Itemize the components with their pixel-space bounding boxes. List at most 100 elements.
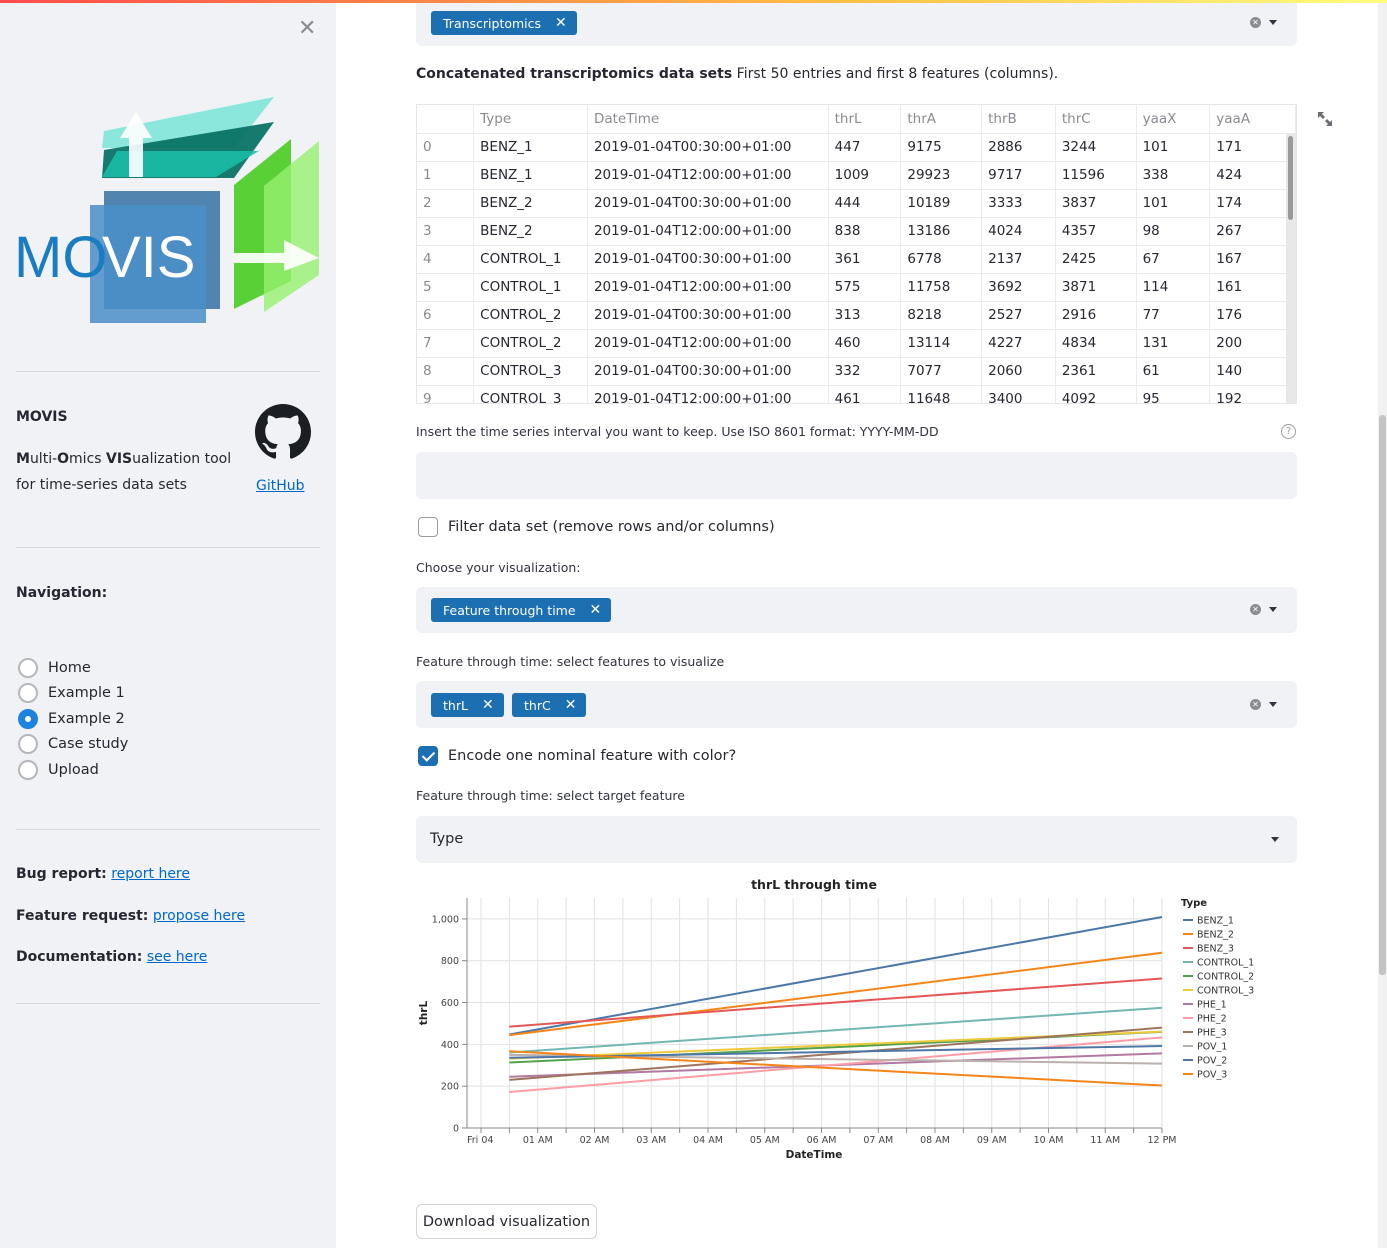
chip-transcriptomics: Transcriptomics✕ bbox=[431, 11, 577, 35]
table-cell: 2019-01-04T12:00:00+01:00 bbox=[587, 273, 828, 301]
nav-radio-example-1[interactable]: Example 1 bbox=[18, 681, 128, 707]
nav-radio-home[interactable]: Home bbox=[18, 655, 128, 681]
remove-chip-icon[interactable]: ✕ bbox=[565, 697, 577, 713]
table-cell: BENZ_2 bbox=[474, 189, 588, 217]
table-cell: 8218 bbox=[901, 301, 982, 329]
help-icon[interactable]: ? bbox=[1281, 424, 1296, 439]
table-cell: 95 bbox=[1136, 385, 1210, 404]
clear-all-icon[interactable]: ✕ bbox=[1250, 604, 1261, 615]
chevron-down-icon[interactable] bbox=[1269, 607, 1277, 612]
data-table[interactable]: TypeDateTimethrLthrAthrBthrCyaaXyaaA 0BE… bbox=[416, 104, 1297, 404]
x-tick-label: 08 AM bbox=[920, 1135, 950, 1146]
column-header[interactable]: thrL bbox=[828, 105, 901, 133]
target-label: Feature through time: select target feat… bbox=[416, 788, 685, 803]
navigation-title: Navigation: bbox=[16, 585, 107, 601]
features-multiselect[interactable]: thrL✕ thrC✕ ✕ bbox=[416, 681, 1297, 728]
interval-input[interactable] bbox=[416, 452, 1297, 499]
table-cell: CONTROL_3 bbox=[474, 385, 588, 404]
row-index: 7 bbox=[417, 329, 474, 357]
github-icon[interactable] bbox=[255, 404, 311, 460]
table-cell: 2527 bbox=[982, 301, 1056, 329]
table-cell: 3244 bbox=[1055, 133, 1136, 161]
table-cell: 13186 bbox=[901, 217, 982, 245]
remove-chip-icon[interactable]: ✕ bbox=[590, 602, 602, 618]
table-header-row: TypeDateTimethrLthrAthrBthrCyaaXyaaA bbox=[417, 105, 1296, 133]
table-cell: 9175 bbox=[901, 133, 982, 161]
table-row: 3BENZ_22019-01-04T12:00:00+01:0083813186… bbox=[417, 217, 1296, 245]
table-cell: 2361 bbox=[1055, 357, 1136, 385]
chevron-down-icon[interactable] bbox=[1269, 702, 1277, 707]
column-header[interactable]: thrB bbox=[982, 105, 1056, 133]
radio-circle[interactable] bbox=[18, 658, 38, 678]
documentation-link[interactable]: see here bbox=[147, 949, 208, 965]
table-row: 2BENZ_22019-01-04T00:30:00+01:0044410189… bbox=[417, 189, 1296, 217]
feature-request-link[interactable]: propose here bbox=[153, 908, 245, 924]
clear-all-icon[interactable]: ✕ bbox=[1250, 699, 1261, 710]
remove-chip-icon[interactable]: ✕ bbox=[555, 15, 567, 31]
table-cell: 10189 bbox=[901, 189, 982, 217]
row-index: 6 bbox=[417, 301, 474, 329]
line-chart: thrL through time 02004006008001,000Fri … bbox=[410, 870, 1290, 1170]
checkbox-box-checked[interactable] bbox=[418, 746, 438, 766]
clear-all-icon[interactable]: ✕ bbox=[1250, 17, 1261, 28]
chevron-down-icon[interactable] bbox=[1269, 20, 1277, 25]
column-header[interactable]: thrC bbox=[1055, 105, 1136, 133]
radio-circle-selected[interactable] bbox=[18, 709, 38, 729]
table-cell: 11648 bbox=[901, 385, 982, 404]
divider bbox=[16, 1003, 320, 1004]
remove-chip-icon[interactable]: ✕ bbox=[482, 697, 494, 713]
row-index: 0 bbox=[417, 133, 474, 161]
chevron-down-icon[interactable] bbox=[1271, 837, 1279, 842]
table-cell: 2916 bbox=[1055, 301, 1136, 329]
fullscreen-expand-icon[interactable] bbox=[1316, 110, 1334, 128]
row-index: 5 bbox=[417, 273, 474, 301]
download-visualization-button[interactable]: Download visualization bbox=[416, 1204, 597, 1239]
chart-title: thrL through time bbox=[751, 877, 877, 892]
legend-label: BENZ_1 bbox=[1197, 916, 1234, 927]
radio-circle[interactable] bbox=[18, 683, 38, 703]
chip-label: Feature through time bbox=[443, 603, 576, 618]
column-header[interactable]: Type bbox=[474, 105, 588, 133]
description-part: ulti- bbox=[30, 451, 57, 467]
column-header[interactable]: yaaX bbox=[1136, 105, 1210, 133]
github-link[interactable]: GitHub bbox=[256, 478, 305, 494]
dataset-multiselect[interactable]: Transcriptomics✕ ✕ bbox=[416, 0, 1297, 46]
row-index: 9 bbox=[417, 385, 474, 404]
divider bbox=[16, 829, 320, 830]
bug-report-link[interactable]: report here bbox=[111, 866, 190, 882]
table-cell: 11758 bbox=[901, 273, 982, 301]
column-header[interactable]: thrA bbox=[901, 105, 982, 133]
target-feature-select[interactable]: Type bbox=[416, 816, 1297, 863]
table-cell: 131 bbox=[1136, 329, 1210, 357]
table-cell: 267 bbox=[1210, 217, 1296, 245]
table-cell: 4024 bbox=[982, 217, 1056, 245]
x-axis-label: DateTime bbox=[786, 1149, 843, 1161]
page-scrollbar-thumb[interactable] bbox=[1379, 415, 1386, 975]
sidebar: ✕ MO VIS MOVIS Multi-Omics VISualization… bbox=[0, 0, 336, 1248]
row-index: 4 bbox=[417, 245, 474, 273]
column-header[interactable] bbox=[417, 105, 474, 133]
nav-radio-case-study[interactable]: Case study bbox=[18, 732, 128, 758]
encode-color-checkbox[interactable]: Encode one nominal feature with color? bbox=[418, 746, 736, 766]
x-tick-label: 03 AM bbox=[636, 1135, 666, 1146]
nav-radio-example-2[interactable]: Example 2 bbox=[18, 706, 128, 732]
legend-label: CONTROL_1 bbox=[1197, 958, 1254, 969]
radio-circle[interactable] bbox=[18, 760, 38, 780]
radio-circle[interactable] bbox=[18, 734, 38, 754]
checkbox-box[interactable] bbox=[418, 517, 438, 537]
visualization-multiselect[interactable]: Feature through time ✕ ✕ bbox=[416, 587, 1297, 633]
row-index: 8 bbox=[417, 357, 474, 385]
chip-label: thrC bbox=[524, 698, 551, 713]
table-cell: 9717 bbox=[982, 161, 1056, 189]
x-tick-label: 11 AM bbox=[1090, 1135, 1120, 1146]
filter-checkbox[interactable]: Filter data set (remove rows and/or colu… bbox=[418, 517, 775, 537]
column-header[interactable]: DateTime bbox=[587, 105, 828, 133]
table-cell: 200 bbox=[1210, 329, 1296, 357]
x-tick-label: 12 PM bbox=[1147, 1135, 1176, 1146]
nav-radio-upload[interactable]: Upload bbox=[18, 757, 128, 783]
table-cell: 67 bbox=[1136, 245, 1210, 273]
table-scrollbar-thumb[interactable] bbox=[1288, 136, 1293, 220]
close-sidebar-icon[interactable]: ✕ bbox=[298, 16, 316, 41]
description-part: VIS bbox=[106, 451, 132, 467]
column-header[interactable]: yaaA bbox=[1210, 105, 1296, 133]
